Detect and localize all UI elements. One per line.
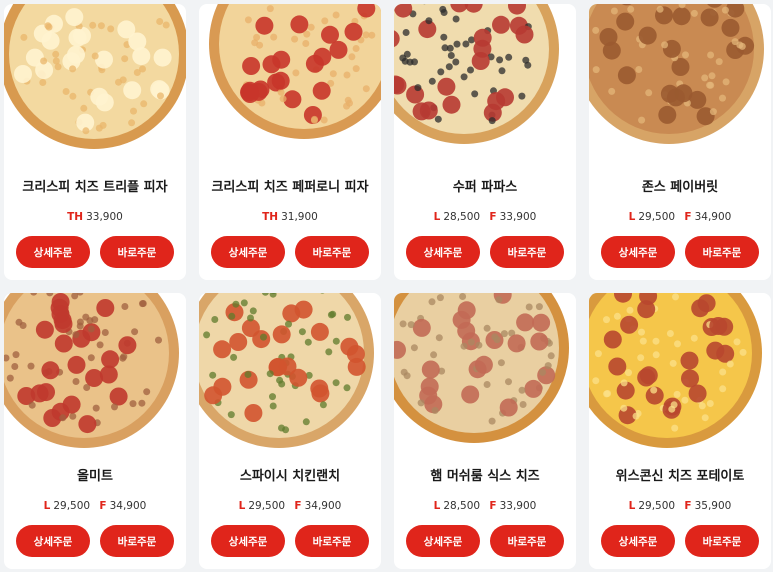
pizza-prices: TH 31,900 xyxy=(199,211,381,223)
price-value: 29,500 xyxy=(638,211,676,223)
size-label: L xyxy=(433,500,441,512)
price-value: 33,900 xyxy=(499,211,537,223)
pizza-menu-grid: 크리스피 치즈 트리플 피자 TH 33,900 상세주문 바로주문 크리스피 치… xyxy=(0,0,773,572)
pizza-prices: TH 33,900 xyxy=(4,211,186,223)
detail-order-button[interactable]: 상세주문 xyxy=(601,525,675,557)
pizza-name[interactable]: 올미트 xyxy=(4,465,186,484)
pizza-prices: L 28,500 F 33,900 xyxy=(394,500,576,512)
price-value: 33,900 xyxy=(86,211,123,223)
pizza-card[interactable]: 햄 머쉬룸 식스 치즈 L 28,500 F 33,900 상세주문 바로주문 xyxy=(394,293,576,569)
pizza-prices: L 29,500 F 34,900 xyxy=(199,500,381,512)
price-group: F 33,900 xyxy=(489,500,536,512)
size-label: F xyxy=(99,500,107,512)
quick-order-button[interactable]: 바로주문 xyxy=(100,525,174,557)
pizza-illustration xyxy=(4,4,186,149)
price-value: 35,900 xyxy=(694,500,732,512)
price-value: 28,500 xyxy=(443,211,481,223)
detail-order-button[interactable]: 상세주문 xyxy=(16,525,90,557)
size-label: L xyxy=(628,211,636,223)
size-label: F xyxy=(684,211,692,223)
pizza-illustration xyxy=(589,4,764,144)
price-group: F 34,900 xyxy=(99,500,146,512)
pizza-image[interactable] xyxy=(394,4,576,162)
pizza-name[interactable]: 햄 머쉬룸 식스 치즈 xyxy=(394,465,576,484)
detail-order-button[interactable]: 상세주문 xyxy=(601,236,675,268)
pizza-card[interactable]: 존스 페이버릿 L 29,500 F 34,900 상세주문 바로주문 xyxy=(589,4,771,280)
price-group: L 29,500 xyxy=(629,211,675,223)
size-label: TH xyxy=(262,211,279,223)
pizza-card[interactable]: 크리스피 치즈 트리플 피자 TH 33,900 상세주문 바로주문 xyxy=(4,4,186,280)
pizza-illustration xyxy=(394,4,559,144)
price-value: 31,900 xyxy=(281,211,318,223)
pizza-illustration xyxy=(4,293,179,448)
quick-order-button[interactable]: 바로주문 xyxy=(490,236,564,268)
price-group: F 34,900 xyxy=(684,211,731,223)
price-group: TH 33,900 xyxy=(67,211,123,223)
quick-order-button[interactable]: 바로주문 xyxy=(490,525,564,557)
price-group: L 29,500 xyxy=(629,500,675,512)
price-value: 28,500 xyxy=(443,500,481,512)
pizza-image[interactable] xyxy=(589,4,771,162)
size-label: L xyxy=(628,500,636,512)
pizza-image[interactable] xyxy=(4,4,186,162)
detail-order-button[interactable]: 상세주문 xyxy=(406,525,480,557)
pizza-name[interactable]: 위스콘신 치즈 포테이토 xyxy=(589,465,771,484)
pizza-image[interactable] xyxy=(4,293,186,451)
price-group: F 35,900 xyxy=(684,500,731,512)
detail-order-button[interactable]: 상세주문 xyxy=(406,236,480,268)
pizza-prices: L 29,500 F 35,900 xyxy=(589,500,771,512)
size-label: L xyxy=(43,500,51,512)
pizza-name[interactable]: 크리스피 치즈 페퍼로니 피자 xyxy=(199,176,381,195)
price-value: 34,900 xyxy=(694,211,732,223)
pizza-image[interactable] xyxy=(589,293,771,451)
price-group: F 34,900 xyxy=(294,500,341,512)
pizza-prices: L 28,500 F 33,900 xyxy=(394,211,576,223)
size-label: F xyxy=(489,500,497,512)
price-value: 29,500 xyxy=(638,500,676,512)
pizza-card[interactable]: 위스콘신 치즈 포테이토 L 29,500 F 35,900 상세주문 바로주문 xyxy=(589,293,771,569)
pizza-illustration xyxy=(394,293,569,443)
pizza-illustration xyxy=(589,293,762,448)
price-value: 29,500 xyxy=(248,500,286,512)
price-group: TH 31,900 xyxy=(262,211,318,223)
detail-order-button[interactable]: 상세주문 xyxy=(211,236,285,268)
quick-order-button[interactable]: 바로주문 xyxy=(295,525,369,557)
price-group: F 33,900 xyxy=(489,211,536,223)
pizza-illustration xyxy=(209,4,381,139)
price-value: 34,900 xyxy=(109,500,147,512)
detail-order-button[interactable]: 상세주문 xyxy=(211,525,285,557)
price-group: L 28,500 xyxy=(434,500,480,512)
size-label: F xyxy=(684,500,692,512)
size-label: L xyxy=(238,500,246,512)
quick-order-button[interactable]: 바로주문 xyxy=(685,236,759,268)
pizza-card[interactable]: 크리스피 치즈 페퍼로니 피자 TH 31,900 상세주문 바로주문 xyxy=(199,4,381,280)
pizza-image[interactable] xyxy=(394,293,576,451)
pizza-card[interactable]: 스파이시 치킨랜치 L 29,500 F 34,900 상세주문 바로주문 xyxy=(199,293,381,569)
quick-order-button[interactable]: 바로주문 xyxy=(100,236,174,268)
pizza-image[interactable] xyxy=(199,4,381,162)
price-group: L 28,500 xyxy=(434,211,480,223)
pizza-card[interactable]: 올미트 L 29,500 F 34,900 상세주문 바로주문 xyxy=(4,293,186,569)
size-label: L xyxy=(433,211,441,223)
pizza-name[interactable]: 수퍼 파파스 xyxy=(394,176,576,195)
pizza-name[interactable]: 존스 페이버릿 xyxy=(589,176,771,195)
quick-order-button[interactable]: 바로주문 xyxy=(295,236,369,268)
size-label: F xyxy=(294,500,302,512)
size-label: F xyxy=(489,211,497,223)
pizza-prices: L 29,500 F 34,900 xyxy=(4,500,186,512)
price-value: 33,900 xyxy=(499,500,537,512)
pizza-illustration xyxy=(199,293,374,448)
size-label: TH xyxy=(67,211,84,223)
price-value: 29,500 xyxy=(53,500,91,512)
detail-order-button[interactable]: 상세주문 xyxy=(16,236,90,268)
pizza-name[interactable]: 스파이시 치킨랜치 xyxy=(199,465,381,484)
pizza-card[interactable]: 수퍼 파파스 L 28,500 F 33,900 상세주문 바로주문 xyxy=(394,4,576,280)
price-value: 34,900 xyxy=(304,500,342,512)
pizza-image[interactable] xyxy=(199,293,381,451)
price-group: L 29,500 xyxy=(44,500,90,512)
quick-order-button[interactable]: 바로주문 xyxy=(685,525,759,557)
pizza-prices: L 29,500 F 34,900 xyxy=(589,211,771,223)
pizza-name[interactable]: 크리스피 치즈 트리플 피자 xyxy=(4,176,186,195)
price-group: L 29,500 xyxy=(239,500,285,512)
